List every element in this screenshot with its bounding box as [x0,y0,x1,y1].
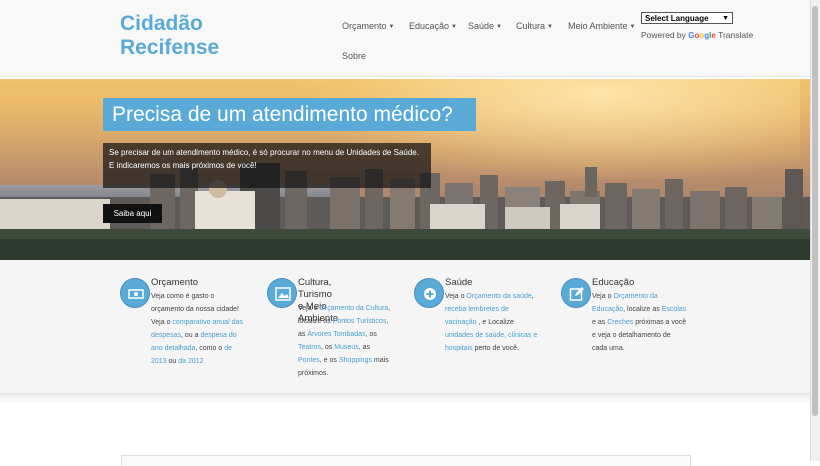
link-creches[interactable]: Creches [607,319,633,326]
features-section: Orçamento Veja como é gasto o orçamento … [0,260,811,394]
hero-description: Se precisar de um atendimento médico, é … [103,143,431,188]
google-translate-widget: Select Language ▼ Powered by Google Tran… [641,12,753,40]
link-unidades-saude[interactable]: hospitais [445,345,473,352]
dropdown-arrow-icon: ▼ [722,15,729,22]
link-comparativo-anual[interactable]: despesas [151,332,181,339]
link-2013[interactable]: 2013 [151,358,167,365]
link-despesa-detalhada[interactable]: despesa do [200,332,236,339]
money-icon [120,278,150,308]
site-brand[interactable]: Cidadão Recifense [120,12,219,60]
link-orcamento-educacao[interactable]: Educação [592,306,623,313]
site-header: Cidadão Recifense Orçamento ▼ Educação ▼ S… [0,0,811,77]
link-lembretes-vacinacao[interactable]: vacinação [445,319,477,326]
link-2013[interactable]: de [224,345,232,352]
link-orcamento-saude[interactable]: Orçamento da saúde [466,293,531,300]
nav-orcamento[interactable]: Orçamento ▼ [342,21,394,31]
hero-banner: Precisa de um atendimento médico? Se pre… [0,79,811,260]
link-2012[interactable]: da 2012 [178,358,203,365]
brand-line-2: Recifense [120,36,220,59]
feature-text: Veja o Orçamento da Educação, localize a… [592,293,687,352]
link-pontos-turisticos[interactable]: Pontos Turísticos [333,318,387,325]
hero-title: Precisa de um atendimento médico? [103,98,476,131]
feature-text: Veja como é gasto o orçamento da nossa c… [151,293,243,365]
link-museus[interactable]: Museus [334,344,359,351]
nav-cultura[interactable]: Cultura ▼ [516,21,553,31]
plus-circle-icon [414,278,444,308]
caret-down-icon: ▼ [496,24,502,30]
nav-sobre[interactable]: Sobre [342,51,366,61]
link-orcamento-cultura[interactable]: Orçamento da Cultura [319,305,388,312]
brand-line-1: Cidadão [120,12,203,35]
edit-icon [561,278,591,308]
feature-title: Educação [592,277,635,288]
language-select[interactable]: Select Language ▼ [641,12,733,24]
caret-down-icon: ▼ [547,24,553,30]
link-lembretes-vacinacao[interactable]: receba lembretes de [445,306,509,313]
powered-by-google: Powered by Google Translate [641,30,754,40]
section-divider [0,394,811,404]
link-shoppings[interactable]: Shoppings [339,357,372,364]
link-arvores-tombadas[interactable]: Árvores Tombadas [307,331,365,338]
link-unidades-saude[interactable]: unidades de saúde, clínicas e [445,332,537,339]
link-despesa-detalhada[interactable]: ano detalhada [151,345,195,352]
nav-meio-ambiente[interactable]: Meio Ambiente ▼ [568,21,636,31]
link-orcamento-educacao[interactable]: Orçamento da [613,293,657,300]
link-pontes[interactable]: Pontes [298,357,320,364]
feature-title: Saúde [445,277,473,288]
google-logo: Google [688,31,716,40]
scrollbar-thumb[interactable] [812,6,818,416]
feature-text: Veja o Orçamento da saúde, receba lembre… [445,293,538,352]
picture-icon [267,278,297,308]
link-escolas[interactable]: Escolas [662,306,687,313]
link-teatros[interactable]: Teatros [298,344,321,351]
caret-down-icon: ▼ [629,24,636,30]
link-comparativo-anual[interactable]: comparativo anual das [172,319,242,326]
caret-down-icon: ▼ [388,24,395,30]
feature-text: Veja o Orçamento da Cultura, localize os… [298,305,391,377]
nav-saude[interactable]: Saúde ▼ [468,21,502,31]
saiba-aqui-button[interactable]: Saiba aqui [103,204,162,223]
caret-down-icon: ▼ [451,24,457,30]
nav-educacao[interactable]: Educação ▼ [409,21,457,31]
feature-title: Orçamento [151,277,198,288]
vertical-scrollbar[interactable] [810,0,820,461]
